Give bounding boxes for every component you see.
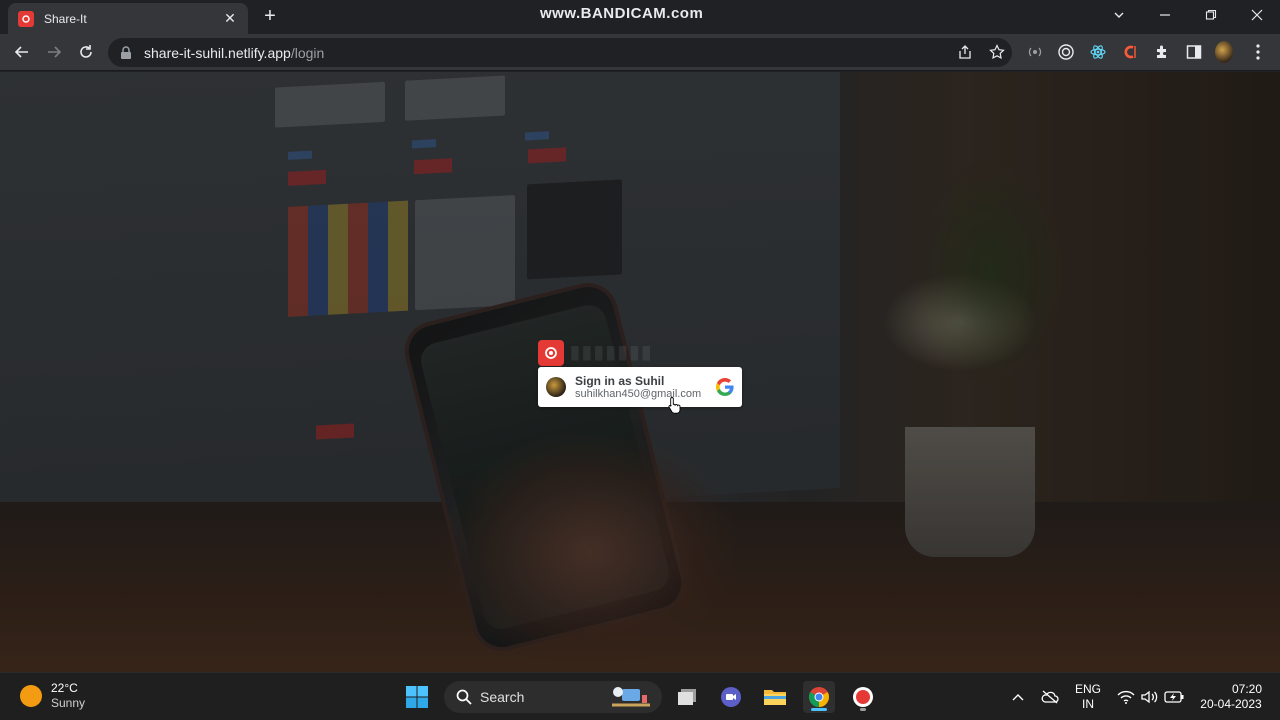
chrome-taskbar-icon[interactable] — [803, 681, 835, 713]
menu-kebab-icon[interactable] — [1249, 43, 1267, 61]
windows-start-icon[interactable] — [401, 681, 433, 713]
language-indicator[interactable]: ENG IN — [1070, 682, 1106, 712]
coupon-extension-icon[interactable] — [1121, 43, 1139, 61]
new-tab-button[interactable]: + — [260, 6, 280, 26]
recording-watermark: www.BANDICAM.com — [540, 5, 704, 22]
task-view-icon[interactable] — [671, 681, 703, 713]
share-it-logo-icon — [538, 340, 564, 366]
profile-avatar[interactable] — [1215, 41, 1233, 63]
extensions-puzzle-icon[interactable] — [1153, 43, 1171, 61]
hand-cursor-icon — [668, 397, 681, 414]
close-tab-icon[interactable]: ✕ — [222, 10, 238, 27]
side-panel-icon[interactable] — [1185, 43, 1203, 61]
bandicam-record-icon[interactable] — [847, 681, 879, 713]
tab-search-icon[interactable] — [1096, 0, 1142, 30]
taskbar-search-box[interactable]: Search — [444, 681, 662, 713]
bookmark-star-icon[interactable] — [988, 43, 1006, 61]
reload-icon[interactable] — [74, 40, 98, 64]
back-arrow-icon[interactable] — [10, 40, 34, 64]
lock-icon — [121, 45, 131, 59]
cast-extension-icon[interactable] — [1026, 43, 1044, 61]
react-devtools-icon[interactable] — [1089, 43, 1107, 61]
search-highlight-icon — [612, 687, 650, 707]
address-bar[interactable]: share-it-suhil.netlify.app/login — [108, 38, 1012, 67]
weather-temperature: 22°C — [51, 681, 78, 695]
clock[interactable]: 07:20 20-04-2023 — [1196, 682, 1266, 712]
close-window-icon[interactable] — [1234, 0, 1280, 30]
signin-title: Sign in as Suhil — [575, 373, 665, 388]
url-path: /login — [290, 44, 325, 61]
search-label: Search — [480, 689, 525, 705]
login-page: ▮▮▮▮▮▮▮ Sign in as Suhil suhilkhan450@gm… — [0, 72, 1280, 672]
forward-arrow-icon[interactable] — [42, 40, 66, 64]
camera-icon — [18, 10, 34, 27]
browser-tab[interactable]: Share-It ✕ — [8, 3, 248, 34]
browser-toolbar: share-it-suhil.netlify.app/login — [0, 34, 1280, 71]
battery-charging-icon[interactable] — [1158, 681, 1190, 713]
search-icon — [456, 689, 472, 705]
tab-title: Share-It — [44, 11, 87, 26]
url-host: share-it-suhil.netlify.app — [144, 44, 291, 61]
file-explorer-icon[interactable] — [759, 681, 791, 713]
target-extension-icon[interactable] — [1057, 43, 1075, 61]
teams-chat-icon[interactable] — [715, 681, 747, 713]
google-account-avatar — [546, 377, 566, 397]
tab-strip: Share-It ✕ + www.BANDICAM.com — [0, 0, 1280, 34]
share-icon[interactable] — [956, 43, 974, 61]
language-code: ENG — [1074, 682, 1101, 696]
windows-taskbar: 22°C Sunny Search ENG IN 07:20 20-04-202… — [0, 672, 1280, 720]
sun-icon — [20, 685, 42, 707]
clock-time: 07:20 — [1231, 682, 1262, 696]
google-logo-icon — [716, 378, 734, 396]
signin-email: suhilkhan450@gmail.com — [575, 387, 702, 400]
cloud-offline-icon[interactable] — [1034, 681, 1066, 713]
minimize-icon[interactable] — [1142, 0, 1188, 30]
brand-wordmark: ▮▮▮▮▮▮▮ — [570, 342, 654, 362]
region-code: IN — [1082, 697, 1094, 711]
restore-icon[interactable] — [1188, 0, 1234, 30]
show-hidden-icons-chevron[interactable] — [1002, 681, 1034, 713]
clock-date: 20-04-2023 — [1200, 697, 1262, 711]
weather-condition: Sunny — [51, 696, 86, 710]
google-signin-button[interactable]: Sign in as Suhil suhilkhan450@gmail.com — [538, 367, 742, 407]
weather-widget[interactable]: 22°C Sunny — [20, 681, 85, 711]
